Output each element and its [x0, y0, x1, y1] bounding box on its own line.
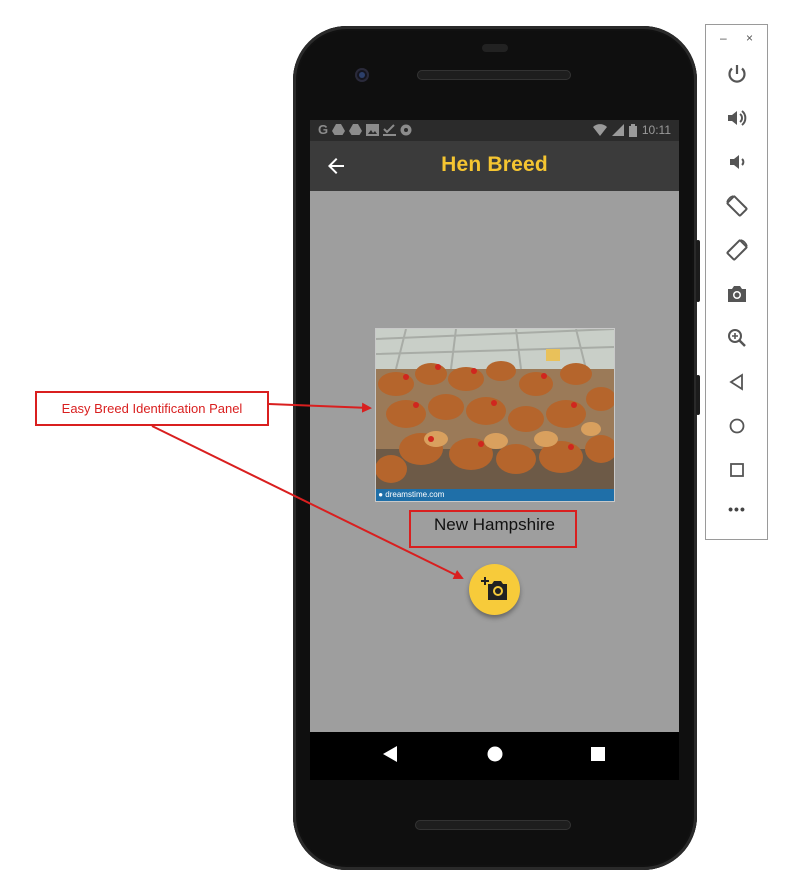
drive-icon	[349, 124, 363, 135]
photo-watermark: ● dreamstime.com	[376, 489, 614, 501]
zoom-icon[interactable]	[725, 326, 749, 350]
annotation-label: Easy Breed Identification Panel	[61, 401, 243, 416]
chicken-image	[376, 329, 614, 501]
add-a-photo-icon	[481, 577, 507, 600]
rotate-left-icon[interactable]	[725, 194, 749, 218]
power-icon[interactable]	[725, 62, 749, 86]
phone-screen: G 10:11 Hen Breed ● dreamstime.com New H…	[310, 120, 679, 780]
phone-speaker	[415, 820, 571, 830]
phone-earpiece	[417, 70, 571, 80]
drive-icon	[332, 124, 346, 135]
phone-sensor	[482, 44, 508, 52]
add-photo-button[interactable]	[469, 564, 520, 615]
app-title: Hen Breed	[441, 153, 548, 176]
google-icon: G	[318, 122, 329, 137]
back-icon[interactable]	[725, 370, 749, 394]
overview-icon[interactable]	[725, 458, 749, 482]
navigation-bar	[310, 732, 679, 780]
nav-home-icon[interactable]	[487, 746, 503, 762]
front-camera	[355, 68, 369, 82]
settings-icon	[400, 124, 412, 136]
home-icon[interactable]	[725, 414, 749, 438]
phone-power-button	[696, 375, 700, 415]
phone-volume-button	[696, 240, 700, 302]
breed-panel: ● dreamstime.com New Hampshire	[310, 191, 679, 732]
emulator-window-controls: – ×	[706, 31, 767, 45]
volume-down-icon[interactable]	[725, 150, 749, 174]
check-icon	[383, 124, 397, 136]
wifi-icon	[592, 124, 607, 136]
photo-icon	[366, 124, 380, 136]
camera-icon[interactable]	[725, 282, 749, 306]
app-bar: Hen Breed	[310, 141, 679, 191]
status-time: 10:11	[641, 123, 671, 137]
notification-icons: G	[318, 122, 412, 138]
system-icons: 10:11	[592, 122, 671, 138]
annotation-label-box: Easy Breed Identification Panel	[35, 391, 269, 426]
signal-icon	[611, 124, 624, 136]
nav-overview-icon[interactable]	[591, 747, 605, 761]
rotate-right-icon[interactable]	[725, 238, 749, 262]
nav-back-icon[interactable]	[383, 746, 397, 762]
annotation-highlight-box	[409, 510, 577, 548]
more-icon[interactable]: •••	[725, 501, 749, 517]
hen-photo: ● dreamstime.com	[375, 328, 615, 502]
emulator-toolbar: – × •••	[705, 24, 768, 540]
battery-icon	[628, 123, 637, 137]
volume-up-icon[interactable]	[725, 106, 749, 130]
close-button[interactable]: ×	[746, 31, 753, 45]
minimize-button[interactable]: –	[720, 31, 727, 45]
status-bar: G 10:11	[310, 120, 679, 141]
